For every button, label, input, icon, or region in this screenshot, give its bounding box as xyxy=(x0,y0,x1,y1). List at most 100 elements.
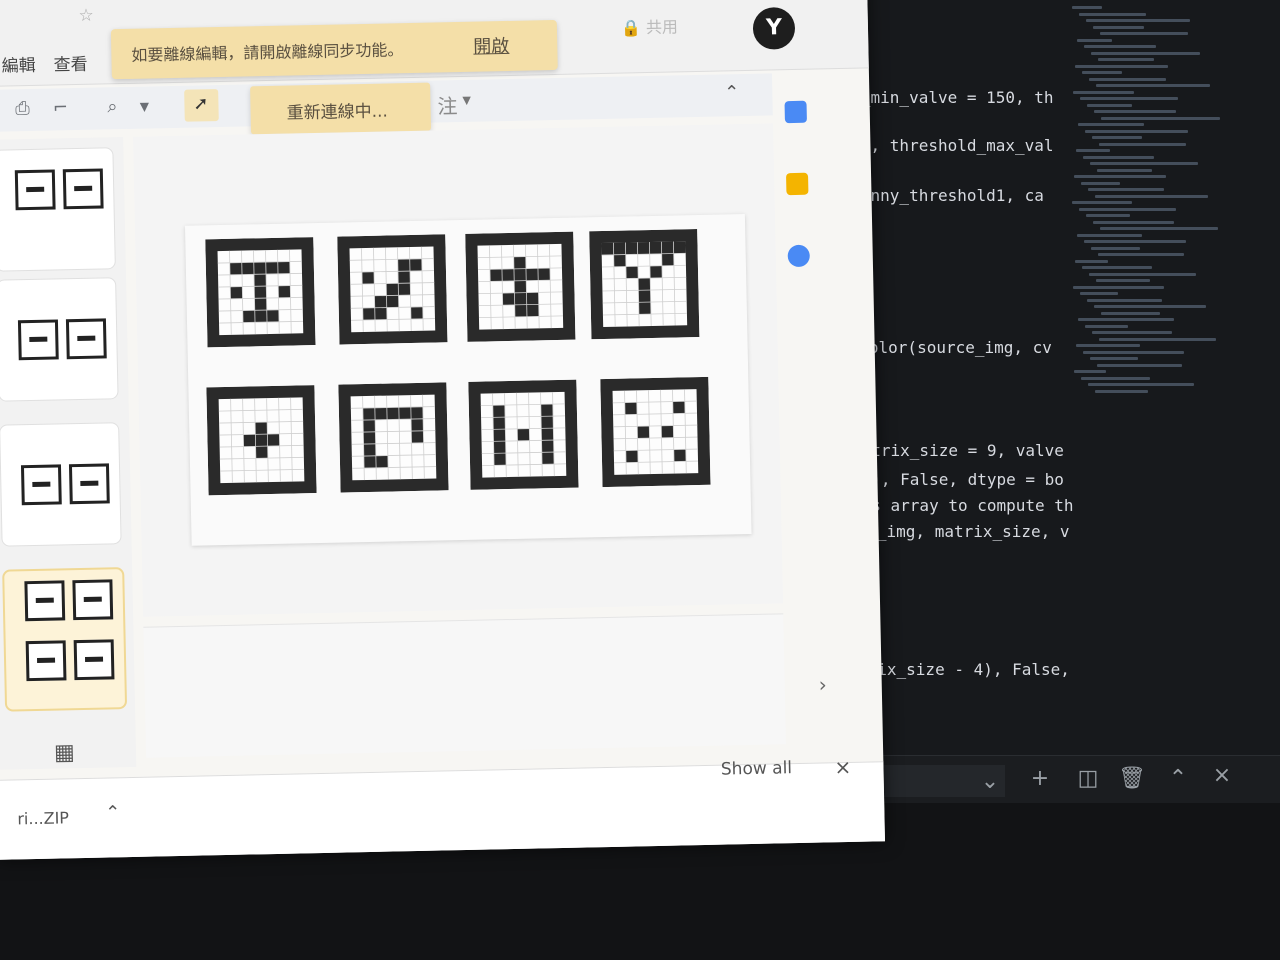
minimap-line xyxy=(1083,350,1184,354)
minimap-line xyxy=(1098,58,1154,61)
minimap-line xyxy=(1090,357,1138,360)
minimap-line xyxy=(1080,292,1118,295)
minimap-line xyxy=(1098,253,1184,256)
minimap-line xyxy=(1089,272,1196,276)
minimap-line xyxy=(1092,136,1142,139)
minimap-line xyxy=(1100,227,1218,230)
offline-message: 如要離線編輯，請開啟離線同步功能。 xyxy=(131,40,404,65)
minimap-line xyxy=(1081,376,1150,380)
menu-view[interactable]: 查看 xyxy=(53,50,87,76)
minimap-line xyxy=(1074,175,1166,178)
paint-format-icon[interactable]: ⌐ xyxy=(48,96,72,120)
minimap-line xyxy=(1078,123,1144,126)
thumbnail-tag xyxy=(62,168,104,210)
thumbnail-tag xyxy=(24,580,66,622)
chevron-up-icon[interactable]: ⌃ xyxy=(1163,765,1193,793)
trash-icon[interactable]: 🗑 xyxy=(1117,765,1147,793)
fiducial-tag[interactable] xyxy=(465,231,576,342)
minimap-line xyxy=(1072,6,1102,9)
code-line: ze), False, dtype = bo xyxy=(852,470,1064,489)
fiducial-tag[interactable] xyxy=(589,229,700,340)
collapse-toolbar-icon[interactable]: ⌃ xyxy=(724,82,740,103)
browser-window: 編輯 查看 ☆ 如要離線編輯，請開啟離線同步功能。 開啟 🔒 共用 Y ⎙ ⌐ … xyxy=(0,0,886,860)
minimap-line xyxy=(1079,12,1146,16)
comment-tool[interactable]: 注 xyxy=(437,90,458,119)
tasks-icon[interactable] xyxy=(787,244,810,268)
fiducial-tag[interactable] xyxy=(338,382,449,493)
slide-thumbnail-active[interactable] xyxy=(2,567,128,712)
menu-edit[interactable]: 編輯 xyxy=(1,51,35,77)
download-options-icon[interactable]: ⌃ xyxy=(105,802,121,823)
minimap-line xyxy=(1085,324,1128,328)
minimap-line xyxy=(1079,207,1176,211)
fiducial-tag[interactable] xyxy=(206,385,317,496)
share-button[interactable]: 🔒 共用 xyxy=(621,13,702,49)
fiducial-tag[interactable] xyxy=(468,379,579,490)
select-tool-button[interactable]: ➚ xyxy=(184,89,219,122)
minimap-line xyxy=(1093,25,1144,29)
minimap-line xyxy=(1094,110,1176,113)
minimap-line xyxy=(1099,142,1186,146)
minimap-line xyxy=(1073,90,1134,94)
speaker-notes[interactable] xyxy=(143,613,786,758)
fiducial-tag[interactable] xyxy=(600,376,711,488)
offline-banner: 如要離線編輯，請開啟離線同步功能。 開啟 xyxy=(110,19,558,80)
lock-icon: 🔒 xyxy=(620,18,642,38)
download-file-name[interactable]: ri...ZIP xyxy=(17,808,69,828)
code-line: matrix_size = 9, valve xyxy=(852,441,1064,460)
split-terminal-icon[interactable]: ◫ xyxy=(1073,765,1103,793)
minimap-line xyxy=(1086,214,1130,217)
thumbnail-tag xyxy=(73,639,115,681)
minimap-line xyxy=(1081,181,1120,185)
show-all-button[interactable]: Show all xyxy=(706,748,807,790)
minimap-line xyxy=(1101,311,1160,315)
fiducial-tag[interactable] xyxy=(337,234,448,345)
minimap-line xyxy=(1093,220,1174,224)
close-download-bar-icon[interactable]: × xyxy=(834,747,852,787)
keep-icon[interactable] xyxy=(786,172,809,196)
minimap-line xyxy=(1100,32,1188,35)
grid-view-icon[interactable]: ▦ xyxy=(54,740,75,765)
minimap-line xyxy=(1097,363,1182,367)
slide-filmstrip xyxy=(0,137,137,770)
minimap-line xyxy=(1075,64,1168,68)
calendar-icon[interactable] xyxy=(784,100,807,124)
comment-dropdown-icon[interactable]: ▼ xyxy=(462,94,471,107)
chevron-down-icon[interactable]: ⌄ xyxy=(975,768,1005,796)
minimap-line xyxy=(1094,305,1206,308)
minimap-line xyxy=(1072,201,1132,204)
chevron-right-icon[interactable]: › xyxy=(818,672,827,696)
close-panel-icon[interactable]: × xyxy=(1207,762,1237,790)
minimap-line xyxy=(1077,233,1142,237)
star-icon[interactable]: ☆ xyxy=(78,6,94,26)
thumbnail-tag xyxy=(68,463,110,505)
minimap-line xyxy=(1087,298,1162,302)
minimap-line xyxy=(1086,19,1190,22)
thumbnail-tag xyxy=(65,318,107,360)
slide-thumbnail[interactable] xyxy=(0,277,119,402)
minimap-line xyxy=(1088,188,1164,191)
add-terminal-icon[interactable]: + xyxy=(1025,765,1055,793)
code-line: ros array to compute th xyxy=(852,496,1074,515)
thumbnail-tag xyxy=(25,640,67,682)
thumbnail-tag xyxy=(20,464,62,506)
minimap-line xyxy=(1090,162,1198,165)
minimap-line xyxy=(1078,318,1174,321)
zoom-icon[interactable]: ⌕ xyxy=(100,95,124,119)
code-minimap[interactable] xyxy=(1064,0,1220,420)
slide-thumbnail[interactable] xyxy=(0,422,122,547)
minimap-line xyxy=(1091,51,1200,55)
fiducial-tag[interactable] xyxy=(205,237,316,348)
slide[interactable] xyxy=(184,214,752,546)
cursor-icon: ➚ xyxy=(193,93,209,115)
minimap-line xyxy=(1096,84,1210,87)
thumbnail-tag xyxy=(14,169,56,211)
minimap-line xyxy=(1087,103,1132,107)
print-icon[interactable]: ⎙ xyxy=(10,97,34,121)
zoom-dropdown-icon[interactable]: ▼ xyxy=(132,94,156,118)
enable-offline-link[interactable]: 開啟 xyxy=(473,32,510,59)
thumbnail-tag xyxy=(72,579,114,621)
minimap-line xyxy=(1096,279,1150,282)
slide-thumbnail[interactable] xyxy=(0,147,116,272)
minimap-line xyxy=(1077,38,1112,42)
